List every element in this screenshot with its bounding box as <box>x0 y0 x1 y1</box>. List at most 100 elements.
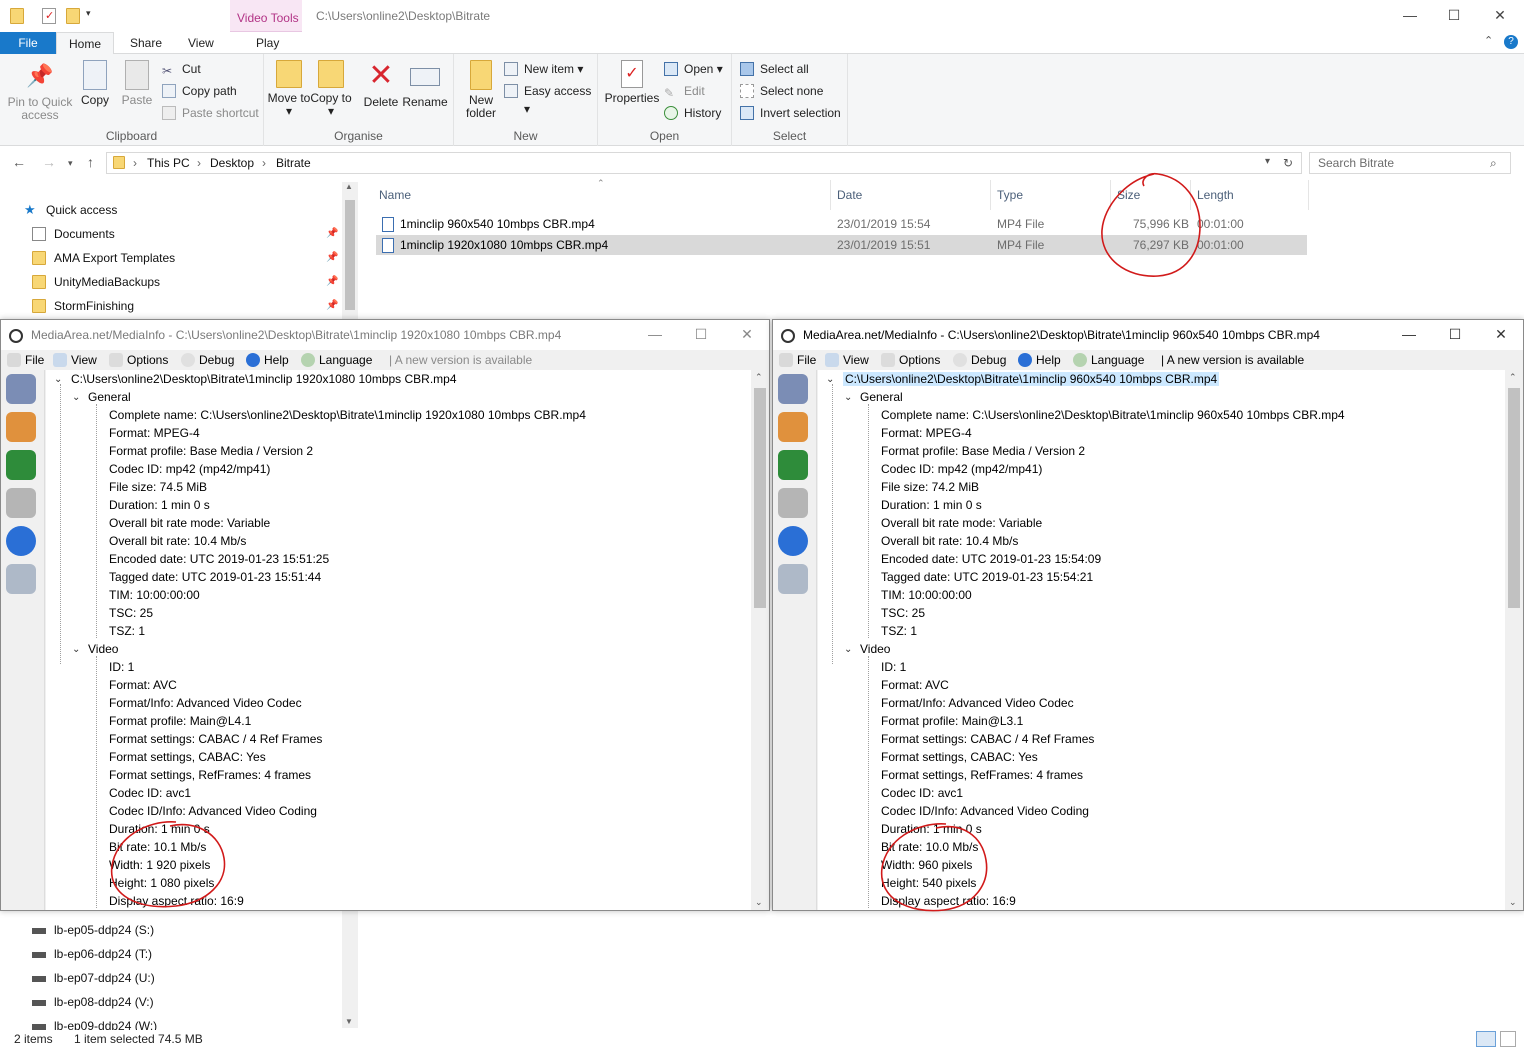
scroll-up-icon[interactable]: ⌃ <box>1509 372 1517 383</box>
tree-field[interactable]: Format: MPEG-4 <box>109 426 200 440</box>
tree-field[interactable]: Format settings, RefFrames: 4 frames <box>109 768 311 782</box>
forward-arrow-icon[interactable]: → <box>42 154 56 170</box>
tree-section-general_label[interactable]: General <box>88 390 131 404</box>
paste-shortcut-button[interactable]: Paste shortcut <box>162 104 259 122</box>
properties-check-icon[interactable]: ✓ <box>42 8 56 24</box>
tree-field[interactable]: Format settings, CABAC: Yes <box>881 750 1038 764</box>
scroll-thumb[interactable] <box>754 388 766 608</box>
copy-button[interactable]: Copy <box>72 60 118 107</box>
tree-field[interactable]: Bit rate: 10.1 Mb/s <box>109 840 206 854</box>
up-arrow-icon[interactable]: ↑ <box>87 154 94 170</box>
scroll-down-icon[interactable]: ⌄ <box>1509 897 1517 908</box>
nav-item-unitymediabackups[interactable]: UnityMediaBackups <box>32 272 160 292</box>
knowledge-icon[interactable] <box>6 564 36 594</box>
tree-field[interactable]: Overall bit rate mode: Variable <box>109 516 270 530</box>
tree-field[interactable]: Width: 960 pixels <box>881 858 972 872</box>
nav-drive-w[interactable]: lb-ep09-ddp24 (W:) <box>32 1016 157 1030</box>
tree-field[interactable]: Codec ID: mp42 (mp42/mp41) <box>881 462 1042 476</box>
tree-field[interactable]: TIM: 10:00:00:00 <box>881 588 972 602</box>
tree-field[interactable]: Duration: 1 min 0 s <box>881 822 982 836</box>
nav-item-documents[interactable]: Documents <box>32 224 115 244</box>
tree-section-video_label[interactable]: Video <box>860 642 890 656</box>
tree-field[interactable]: Duration: 1 min 0 s <box>109 822 210 836</box>
expand-chevron-icon[interactable]: ⌄ <box>72 392 80 403</box>
tree-field[interactable]: Complete name: C:\Users\online2\Desktop\… <box>881 408 1345 422</box>
tree-field[interactable]: Format: AVC <box>881 678 949 692</box>
new-version-notice[interactable]: | A new version is available <box>1143 353 1304 367</box>
expand-chevron-icon[interactable]: ⌄ <box>72 644 80 655</box>
tree-field[interactable]: TSC: 25 <box>109 606 153 620</box>
menu-language[interactable]: Language <box>1073 353 1144 367</box>
open-button[interactable]: Open ▾ <box>664 60 723 78</box>
select-all-button[interactable]: Select all <box>740 60 809 78</box>
tree-field[interactable]: Overall bit rate: 10.4 Mb/s <box>109 534 246 548</box>
scroll-down-icon[interactable]: ⌄ <box>755 897 763 908</box>
tree-field[interactable]: Codec ID: avc1 <box>881 786 963 800</box>
mediainfo-scrollbar[interactable]: ⌃ ⌄ <box>1505 370 1523 910</box>
expand-chevron-icon[interactable]: ⌄ <box>54 374 62 385</box>
pin-to-quick-access-button[interactable]: 📌 Pin to Quick access <box>4 60 76 122</box>
tree-field[interactable]: TIM: 10:00:00:00 <box>109 588 200 602</box>
basic-view-icon[interactable] <box>778 374 808 404</box>
menu-file[interactable]: File <box>7 353 44 367</box>
tree-field[interactable]: Width: 1 920 pixels <box>109 858 210 872</box>
properties-button[interactable]: ✓ Properties <box>604 60 660 105</box>
expand-chevron-icon[interactable]: ⌄ <box>826 374 834 385</box>
tree-field[interactable]: Duration: 1 min 0 s <box>881 498 982 512</box>
column-header-name[interactable]: Name <box>379 188 411 202</box>
tree-field[interactable]: Format profile: Main@L4.1 <box>109 714 251 728</box>
tree-field[interactable]: Format: MPEG-4 <box>881 426 972 440</box>
tab-share[interactable]: Share <box>118 32 174 54</box>
nav-drive-s[interactable]: lb-ep05-ddp24 (S:) <box>32 920 154 940</box>
tab-home[interactable]: Home <box>56 32 115 55</box>
tree-field[interactable]: Complete name: C:\Users\online2\Desktop\… <box>109 408 586 422</box>
customize-qat-icon[interactable]: ▾ <box>86 8 100 24</box>
breadcrumb-bitrate[interactable]: Bitrate <box>276 156 311 170</box>
column-separator[interactable] <box>1110 180 1111 210</box>
tree-field[interactable]: File size: 74.5 MiB <box>109 480 207 494</box>
tree-field[interactable]: Encoded date: UTC 2019-01-23 15:51:25 <box>109 552 329 566</box>
tree-field[interactable]: Height: 1 080 pixels <box>109 876 214 890</box>
recent-locations-icon[interactable]: ▾ <box>68 158 73 169</box>
tree-field[interactable]: Format/Info: Advanced Video Codec <box>109 696 302 710</box>
nav-item-stormfinishing[interactable]: StormFinishing <box>32 296 134 316</box>
menu-options[interactable]: Options <box>881 353 940 367</box>
export-icon[interactable] <box>778 450 808 480</box>
tree-field[interactable]: Codec ID: avc1 <box>109 786 191 800</box>
column-header-length[interactable]: Length <box>1197 188 1234 202</box>
column-separator[interactable] <box>830 180 831 210</box>
tree-field[interactable]: File size: 74.2 MiB <box>881 480 979 494</box>
tree-field[interactable]: Encoded date: UTC 2019-01-23 15:54:09 <box>881 552 1101 566</box>
new-version-notice[interactable]: | A new version is available <box>371 353 532 367</box>
tree-field[interactable]: Format settings: CABAC / 4 Ref Frames <box>881 732 1094 746</box>
column-header-date[interactable]: Date <box>837 188 862 202</box>
tree-field[interactable]: Format profile: Main@L3.1 <box>881 714 1023 728</box>
address-bar[interactable]: › This PC › Desktop › Bitrate ▾ ↻ <box>106 152 1302 174</box>
rename-button[interactable]: Rename <box>402 60 448 109</box>
maximize-button[interactable]: ☐ <box>1434 4 1474 28</box>
tree-field[interactable]: Tagged date: UTC 2019-01-23 15:54:21 <box>881 570 1093 584</box>
breadcrumb-desktop[interactable]: Desktop <box>210 156 254 170</box>
tab-view[interactable]: View <box>176 32 226 54</box>
tree-field[interactable]: Overall bit rate mode: Variable <box>881 516 1042 530</box>
tree-field[interactable]: ID: 1 <box>881 660 906 674</box>
menu-help[interactable]: Help <box>1018 353 1061 367</box>
preferences-icon[interactable] <box>6 488 36 518</box>
tree-field[interactable]: Codec ID/Info: Advanced Video Coding <box>881 804 1089 818</box>
tree-field[interactable]: Duration: 1 min 0 s <box>109 498 210 512</box>
expand-chevron-icon[interactable]: ⌄ <box>844 392 852 403</box>
menu-language[interactable]: Language <box>301 353 372 367</box>
expand-chevron-icon[interactable]: ⌄ <box>844 644 852 655</box>
tree-field[interactable]: Display aspect ratio: 16:9 <box>881 894 1016 908</box>
details-view-icon[interactable] <box>1476 1031 1496 1047</box>
move-to-button[interactable]: Move to ▾ <box>266 60 312 118</box>
tree-field[interactable]: Display aspect ratio: 16:9 <box>109 894 244 908</box>
knowledge-icon[interactable] <box>778 564 808 594</box>
scroll-up-icon[interactable]: ⌃ <box>755 372 763 383</box>
mediainfo-scrollbar[interactable]: ⌃ ⌄ <box>751 370 769 910</box>
menu-debug[interactable]: Debug <box>953 353 1006 367</box>
scroll-down-icon[interactable]: ▼ <box>345 1017 353 1026</box>
help-icon[interactable]: ? <box>1504 35 1518 49</box>
tree-root-path[interactable]: C:\Users\online2\Desktop\Bitrate\1mincli… <box>71 372 457 386</box>
new-folder-button[interactable]: New folder <box>458 60 504 120</box>
